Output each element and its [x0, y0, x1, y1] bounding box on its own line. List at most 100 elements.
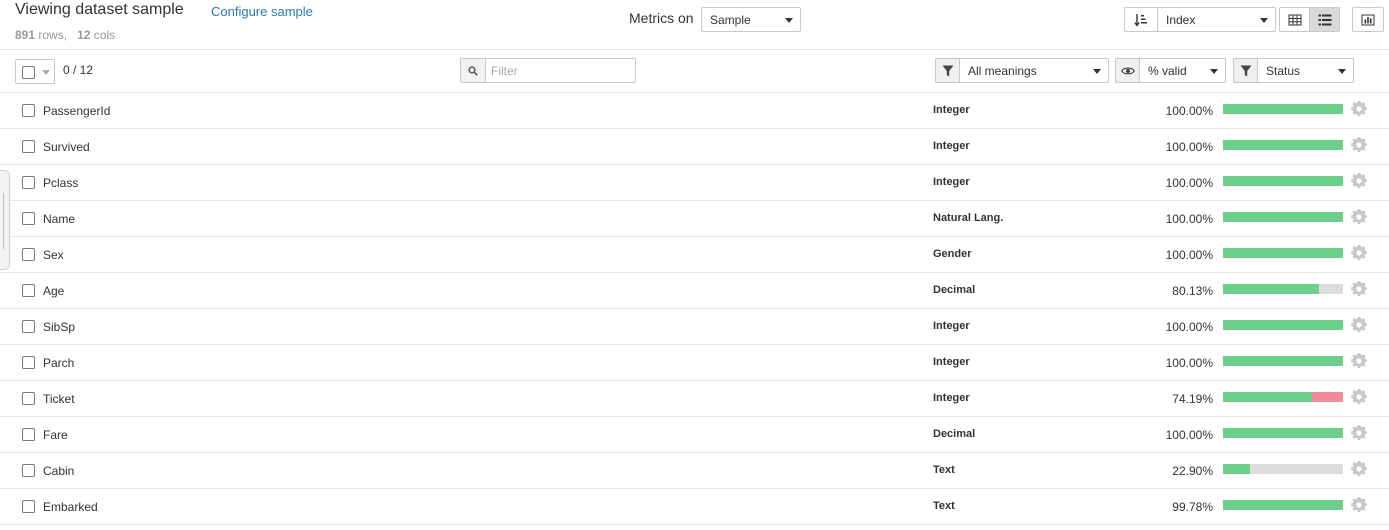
column-row[interactable]: Embarked Text 99.78%: [0, 489, 1389, 525]
valid-percentage: 100.00%: [1165, 104, 1213, 118]
validity-bar-valid: [1223, 176, 1343, 186]
validity-bar-valid: [1223, 464, 1250, 474]
column-row[interactable]: Fare Decimal 100.00%: [0, 417, 1389, 453]
validity-bar: [1223, 212, 1343, 222]
header: Viewing dataset sample Configure sample …: [0, 0, 1389, 50]
column-meaning[interactable]: Integer: [933, 104, 970, 116]
gear-icon[interactable]: [1351, 317, 1367, 333]
column-row[interactable]: Ticket Integer 74.19%: [0, 381, 1389, 417]
column-meaning[interactable]: Decimal: [933, 284, 975, 296]
gear-icon[interactable]: [1351, 173, 1367, 189]
meanings-filter-select[interactable]: All meanings: [959, 58, 1109, 83]
valid-percentage: 74.19%: [1172, 392, 1213, 406]
validity-bar: [1223, 140, 1343, 150]
metric-display-select[interactable]: % valid: [1139, 58, 1226, 83]
validity-bar: [1223, 284, 1343, 294]
gear-icon[interactable]: [1351, 245, 1367, 261]
gear-icon[interactable]: [1351, 353, 1367, 369]
validity-bar-valid: [1223, 500, 1343, 510]
valid-percentage: 100.00%: [1165, 176, 1213, 190]
gear-icon[interactable]: [1351, 389, 1367, 405]
gear-icon[interactable]: [1351, 281, 1367, 297]
cols-count: 12: [77, 28, 91, 42]
gear-icon[interactable]: [1351, 425, 1367, 441]
column-row[interactable]: Sex Gender 100.00%: [0, 237, 1389, 273]
metrics-select[interactable]: Sample: [701, 7, 801, 32]
validity-bar: [1223, 176, 1343, 186]
column-row[interactable]: Parch Integer 100.00%: [0, 345, 1389, 381]
valid-percentage: 100.00%: [1165, 248, 1213, 262]
validity-bar: [1223, 248, 1343, 258]
validity-bar-invalid: [1312, 392, 1343, 402]
gear-icon[interactable]: [1351, 101, 1367, 117]
column-meaning[interactable]: Natural Lang.: [933, 212, 1003, 224]
chevron-down-icon: [1260, 18, 1268, 23]
column-meaning[interactable]: Text: [933, 464, 955, 476]
side-panel-handle[interactable]: [0, 170, 10, 270]
column-row[interactable]: Name Natural Lang. 100.00%: [0, 201, 1389, 237]
sort-by-select[interactable]: Index: [1157, 7, 1276, 32]
gear-icon[interactable]: [1351, 461, 1367, 477]
column-meaning[interactable]: Integer: [933, 392, 970, 404]
column-meaning[interactable]: Gender: [933, 248, 972, 260]
column-checkbox[interactable]: [22, 104, 35, 117]
status-filter-select[interactable]: Status: [1257, 58, 1354, 83]
column-meaning[interactable]: Integer: [933, 140, 970, 152]
column-checkbox[interactable]: [22, 392, 35, 405]
validity-bar-valid: [1223, 104, 1343, 114]
column-row[interactable]: Age Decimal 80.13%: [0, 273, 1389, 309]
column-checkbox[interactable]: [22, 428, 35, 441]
select-all-dropdown[interactable]: [15, 59, 55, 84]
gear-icon[interactable]: [1351, 137, 1367, 153]
gear-icon[interactable]: [1351, 209, 1367, 225]
column-checkbox[interactable]: [22, 248, 35, 261]
column-row[interactable]: Pclass Integer 100.00%: [0, 165, 1389, 201]
column-name: Ticket: [43, 392, 75, 406]
valid-percentage: 100.00%: [1165, 428, 1213, 442]
column-meaning[interactable]: Decimal: [933, 428, 975, 440]
column-meaning[interactable]: Text: [933, 500, 955, 512]
column-meaning[interactable]: Integer: [933, 356, 970, 368]
column-name: PassengerId: [43, 104, 111, 118]
column-row[interactable]: Survived Integer 100.00%: [0, 129, 1389, 165]
cols-label: cols: [93, 28, 116, 42]
column-name: SibSp: [43, 320, 76, 334]
column-checkbox[interactable]: [22, 284, 35, 297]
column-row[interactable]: SibSp Integer 100.00%: [0, 309, 1389, 345]
list-view-button[interactable]: [1309, 7, 1340, 32]
valid-percentage: 100.00%: [1165, 140, 1213, 154]
column-meaning[interactable]: Integer: [933, 320, 970, 332]
selection-count: 0 / 12: [63, 63, 94, 77]
grid-view-button[interactable]: [1279, 7, 1310, 32]
sort-order-button[interactable]: [1124, 7, 1158, 32]
valid-percentage: 100.00%: [1165, 356, 1213, 370]
meanings-filter-value: All meanings: [968, 64, 1037, 78]
charts-button[interactable]: [1352, 7, 1384, 32]
column-row[interactable]: PassengerId Integer 100.00%: [0, 93, 1389, 129]
chevron-down-icon: [42, 70, 50, 75]
column-row[interactable]: Cabin Text 22.90%: [0, 453, 1389, 489]
column-meaning[interactable]: Integer: [933, 176, 970, 188]
column-name: Parch: [43, 356, 75, 370]
gear-icon[interactable]: [1351, 497, 1367, 513]
page-title: Viewing dataset sample: [15, 1, 184, 18]
column-checkbox[interactable]: [22, 212, 35, 225]
grid-view-icon: [1288, 14, 1301, 25]
column-name: Sex: [43, 248, 64, 262]
column-checkbox[interactable]: [22, 356, 35, 369]
column-checkbox[interactable]: [22, 464, 35, 477]
column-checkbox[interactable]: [22, 140, 35, 153]
validity-bar-valid: [1223, 140, 1343, 150]
filter-input[interactable]: [486, 59, 635, 82]
column-checkbox[interactable]: [22, 320, 35, 333]
configure-sample-link[interactable]: Configure sample: [211, 4, 313, 19]
column-checkbox[interactable]: [22, 176, 35, 189]
funnel-icon: [1240, 65, 1251, 76]
valid-percentage: 99.78%: [1172, 500, 1213, 514]
column-name: Pclass: [43, 176, 79, 190]
validity-bar-valid: [1223, 428, 1343, 438]
column-checkbox[interactable]: [22, 500, 35, 513]
metrics-on-label: Metrics on: [629, 10, 694, 26]
validity-bar-valid: [1223, 392, 1312, 402]
select-all-checkbox[interactable]: [22, 66, 35, 79]
